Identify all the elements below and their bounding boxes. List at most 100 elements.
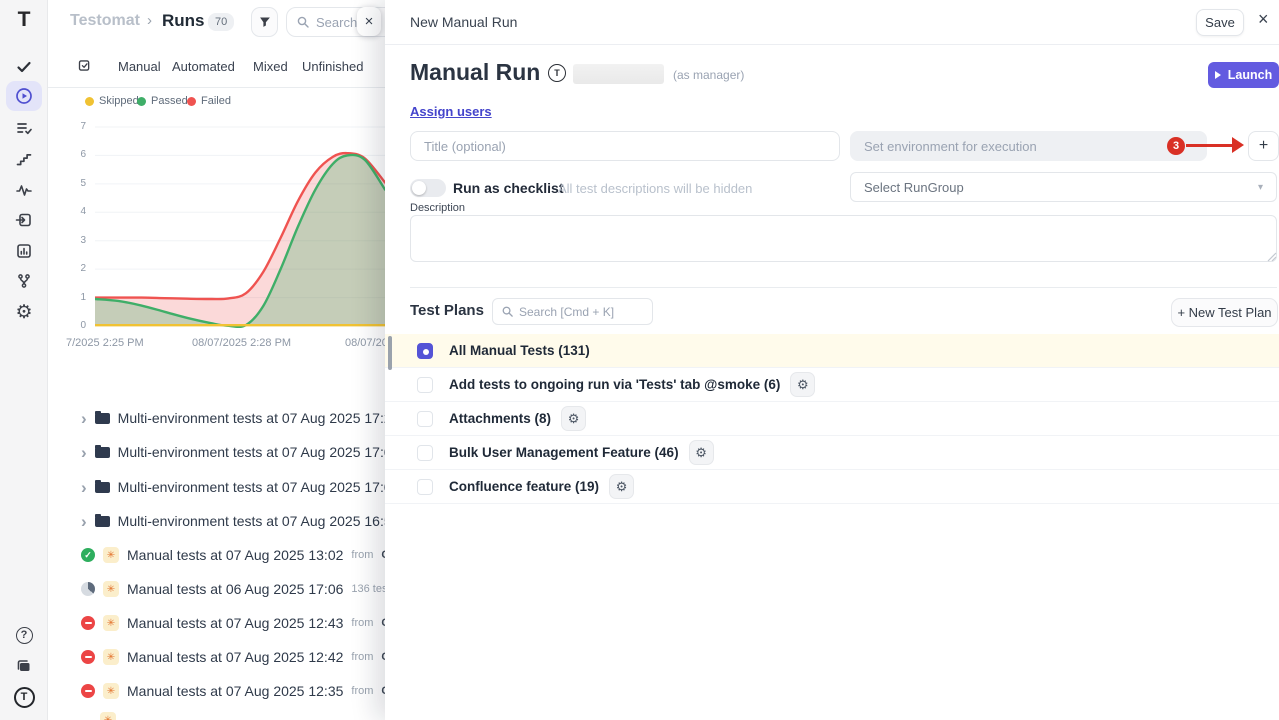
checkbox-unchecked[interactable]: [417, 445, 433, 461]
run-row[interactable]: ✳ Manual tests at 07 Aug 2025 12:43 from…: [48, 609, 385, 637]
rail-testomat-badge-button[interactable]: T: [6, 682, 42, 712]
rungroup-select[interactable]: Select RunGroup ▾: [850, 172, 1277, 202]
chevron-right-icon[interactable]: ›: [81, 513, 87, 530]
run-folder-row[interactable]: › Multi-environment tests at 07 Aug 2025…: [48, 507, 385, 535]
checkbox-unchecked[interactable]: [417, 479, 433, 495]
checkbox-checked[interactable]: [417, 343, 433, 359]
test-plans-search-input[interactable]: [519, 305, 634, 319]
tab-manual[interactable]: Manual: [118, 59, 161, 74]
play-circle-icon: [15, 87, 33, 105]
test-plan-settings-button[interactable]: ⚙: [790, 372, 815, 397]
assign-users-link[interactable]: Assign users: [410, 104, 492, 119]
run-row[interactable]: ✳ Manual tests at 07 Aug 2025 12:35 from…: [48, 677, 385, 705]
rail-documents-button[interactable]: [6, 651, 42, 681]
manual-run-icon: ✳: [103, 683, 119, 699]
description-textarea[interactable]: [410, 215, 1277, 262]
rail-steps-button[interactable]: [6, 144, 42, 174]
manager-avatar: T: [548, 64, 566, 82]
test-plan-row[interactable]: Bulk User Management Feature (46) ⚙: [385, 436, 1279, 470]
tab-automated[interactable]: Automated: [172, 59, 235, 74]
search-clear-button[interactable]: ×: [357, 7, 381, 36]
environment-input[interactable]: [850, 131, 1207, 161]
bar-chart-icon: [15, 242, 33, 260]
select-runs-icon[interactable]: [77, 58, 92, 78]
test-plan-label[interactable]: Add tests to ongoing run via 'Tests' tab…: [449, 377, 780, 392]
rail-tests-button[interactable]: [6, 52, 42, 82]
chevron-right-icon[interactable]: ›: [81, 479, 87, 496]
gear-icon: ⚙: [15, 303, 32, 322]
run-title[interactable]: Manual tests at 07 Aug 2025 12:43: [127, 615, 343, 631]
new-test-plan-button[interactable]: + New Test Plan: [1171, 298, 1278, 327]
chevron-right-icon[interactable]: ›: [81, 444, 87, 461]
test-plan-settings-button[interactable]: ⚙: [609, 474, 634, 499]
list-check-icon: [15, 119, 33, 137]
close-icon[interactable]: ×: [1258, 10, 1269, 28]
run-as-checklist-toggle[interactable]: [410, 179, 446, 197]
run-folder-row[interactable]: › Multi-environment tests at 07 Aug 2025…: [48, 438, 385, 466]
test-plan-label[interactable]: All Manual Tests (131): [449, 343, 590, 358]
checkbox-unchecked[interactable]: [417, 377, 433, 393]
checkbox-unchecked[interactable]: [417, 411, 433, 427]
tab-unfinished[interactable]: Unfinished: [302, 59, 363, 74]
run-title[interactable]: Manual tests at 07 Aug 2025 12:35: [127, 683, 343, 699]
tab-mixed[interactable]: Mixed: [253, 59, 288, 74]
run-title[interactable]: Manual tests at 06 Aug 2025 17:06: [127, 581, 343, 597]
rail-branch-button[interactable]: [6, 266, 42, 296]
search-icon: [501, 305, 514, 318]
x-tick-2: 08/07/2025 2:28 PM: [192, 337, 291, 349]
rail-runs-button[interactable]: [6, 81, 42, 111]
run-row[interactable]: ✳ Manual tests at 07 Aug 2025 12:42 from…: [48, 643, 385, 671]
run-folder-row[interactable]: › Multi-environment tests at 07 Aug 2025…: [48, 473, 385, 501]
annotation-step-badge: 3: [1167, 137, 1185, 155]
launch-button[interactable]: Launch: [1208, 62, 1279, 88]
test-plan-row[interactable]: All Manual Tests (131): [385, 334, 1279, 368]
breadcrumb-root[interactable]: Testomat: [70, 12, 140, 30]
save-button[interactable]: Save: [1196, 9, 1244, 36]
run-title-input[interactable]: [410, 131, 840, 161]
rail-analytics-button[interactable]: [6, 236, 42, 266]
test-plans-search-field[interactable]: [492, 298, 653, 325]
test-plan-label[interactable]: Bulk User Management Feature (46): [449, 445, 679, 460]
test-plan-settings-button[interactable]: ⚙: [689, 440, 714, 465]
run-title[interactable]: Manual tests at 07 Aug 2025 12:42: [127, 649, 343, 665]
filter-button[interactable]: [251, 7, 278, 37]
rail-settings-button[interactable]: ⚙: [6, 297, 42, 327]
rail-help-button[interactable]: ?: [6, 620, 42, 650]
run-folder-row[interactable]: › Multi-environment tests at 07 Aug 2025…: [48, 404, 385, 432]
run-title[interactable]: Multi-environment tests at 07 Aug 2025 1…: [118, 479, 385, 495]
test-plan-settings-button[interactable]: ⚙: [561, 406, 586, 431]
annotation-arrow-head-icon: [1232, 137, 1244, 153]
scrollbar-thumb[interactable]: [388, 336, 392, 370]
test-plan-row[interactable]: Add tests to ongoing run via 'Tests' tab…: [385, 368, 1279, 402]
breadcrumb-current: Runs: [162, 11, 205, 31]
legend-failed: Failed: [187, 95, 231, 107]
test-plan-row[interactable]: Confluence feature (19) ⚙: [385, 470, 1279, 504]
test-plan-label[interactable]: Confluence feature (19): [449, 479, 599, 494]
run-row[interactable]: ✓ ✳ Manual tests at 07 Aug 2025 13:02 fr…: [48, 541, 385, 569]
rail-checklist-button[interactable]: [6, 113, 42, 143]
icon-rail: T ⚙ ?: [0, 0, 48, 720]
run-test-count: 136 tests: [351, 583, 385, 595]
chevron-right-icon[interactable]: ›: [81, 410, 87, 427]
run-title[interactable]: Manual tests at 07 Aug 2025 13:02: [127, 547, 343, 563]
status-passed-icon: ✓: [81, 548, 95, 562]
runs-trend-chart: [95, 122, 385, 330]
rail-import-button[interactable]: [6, 205, 42, 235]
testomat-logo-icon[interactable]: T: [0, 8, 48, 32]
run-title-heading: Manual Run: [410, 59, 540, 86]
run-row[interactable]: ✳ Manual tests at 06 Aug 2025 17:06 136 …: [48, 575, 385, 603]
test-plan-row[interactable]: Attachments (8) ⚙: [385, 402, 1279, 436]
run-title[interactable]: Multi-environment tests at 07 Aug 2025 1…: [118, 444, 385, 460]
status-failed-icon: [81, 616, 95, 630]
header-divider: [385, 44, 1279, 45]
annotation-arrow-line: [1186, 144, 1232, 147]
test-plan-label[interactable]: Attachments (8): [449, 411, 551, 426]
run-title[interactable]: Multi-environment tests at 07 Aug 2025 1…: [118, 513, 385, 529]
chevron-down-icon: ▾: [1258, 182, 1263, 193]
pulse-icon: [15, 181, 33, 199]
new-manual-run-panel: New Manual Run Save × Manual Run T (as m…: [385, 0, 1279, 720]
rail-pulse-button[interactable]: [6, 175, 42, 205]
run-title[interactable]: Multi-environment tests at 07 Aug 2025 1…: [118, 410, 385, 426]
gear-icon: ⚙: [695, 445, 707, 461]
add-environment-button[interactable]: +: [1248, 131, 1279, 161]
